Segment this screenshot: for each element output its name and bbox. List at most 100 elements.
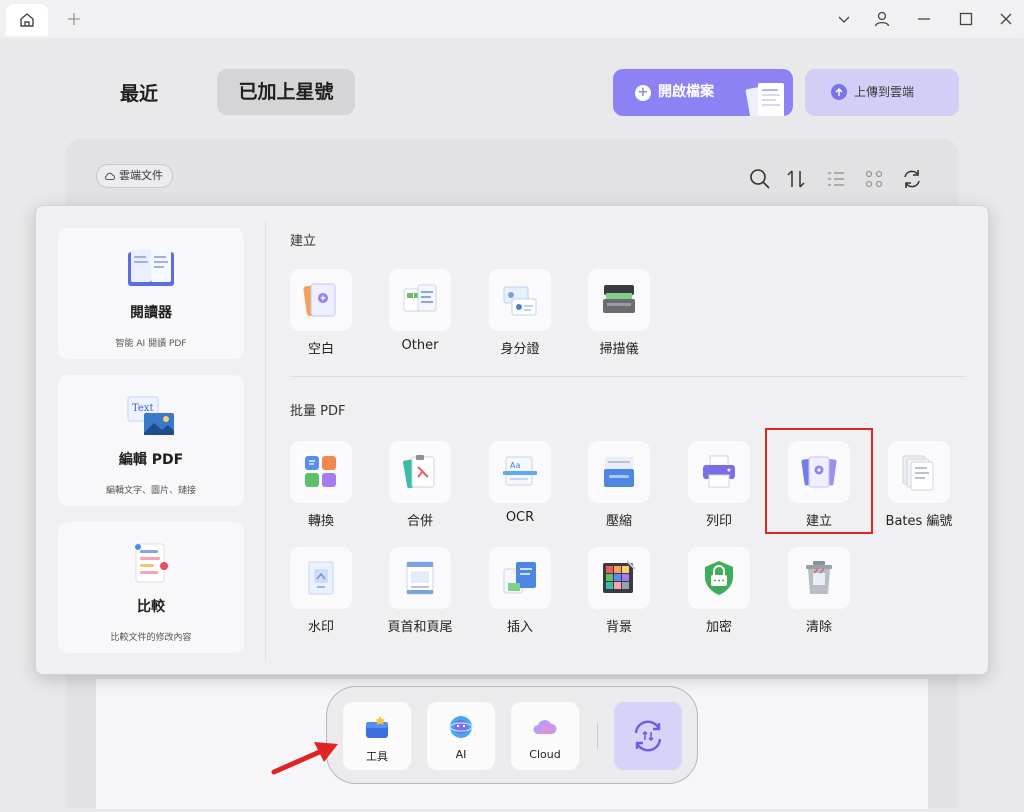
cloud-icon — [104, 172, 116, 180]
tool-header-footer[interactable]: 頁首和頁尾 — [375, 547, 465, 647]
tool-scanner-label: 掃描儀 — [599, 342, 639, 357]
dock-ai-button[interactable]: AI — [427, 702, 495, 770]
tool-merge-label: 合併 — [406, 514, 433, 529]
id-card-icon — [503, 286, 537, 316]
chevron-down-icon — [838, 16, 850, 23]
open-file-label: 開啟檔案 — [658, 84, 714, 100]
scanner-icon — [603, 285, 635, 313]
new-tab-button[interactable] — [62, 7, 86, 31]
tool-watermark[interactable]: 水印 — [276, 547, 366, 647]
plus-circle-icon: + — [635, 85, 651, 101]
cloud-documents-label: 雲端文件 — [119, 169, 163, 182]
upload-to-cloud-label: 上傳到雲端 — [854, 85, 915, 99]
tool-other-label: Other — [401, 338, 439, 353]
ai-icon — [449, 716, 473, 738]
compare-icon — [135, 543, 169, 583]
user-icon — [874, 11, 890, 27]
merge-icon — [403, 455, 435, 489]
other-docs-icon — [403, 284, 437, 312]
tab-starred[interactable]: 已加上星號 — [217, 69, 355, 115]
account-button[interactable] — [868, 6, 896, 32]
tool-header-footer-label: 頁首和頁尾 — [387, 620, 453, 635]
cloud-icon — [533, 720, 557, 734]
refresh-icon[interactable] — [900, 167, 924, 191]
tool-print[interactable]: 列印 — [674, 441, 764, 541]
bates-numbering-icon — [902, 455, 934, 491]
minimize-button[interactable] — [910, 6, 938, 32]
tool-background-label: 背景 — [605, 620, 632, 635]
sort-icon[interactable] — [784, 167, 808, 191]
home-icon — [20, 13, 34, 27]
insert-icon — [503, 562, 536, 594]
watermark-icon — [308, 561, 334, 595]
print-icon — [703, 455, 735, 488]
dock-cloud-button[interactable]: Cloud — [511, 702, 579, 770]
title-bar — [0, 0, 1024, 38]
tool-blank-label: 空白 — [307, 342, 334, 357]
tool-compress[interactable]: 壓縮 — [574, 441, 664, 541]
tool-other[interactable]: Other — [375, 269, 465, 369]
header-footer-icon — [406, 561, 434, 595]
tool-encrypt[interactable]: 加密 — [674, 547, 764, 647]
tool-ocr-label: OCR — [505, 510, 535, 525]
clear-icon — [806, 561, 832, 594]
encrypt-icon — [705, 561, 733, 595]
convert-icon — [305, 456, 336, 487]
edit-pdf-card[interactable]: Text 編輯 PDF 編輯文字、圖片、鏈接 — [58, 375, 244, 506]
search-icon[interactable] — [748, 167, 772, 191]
documents-illustration-icon — [745, 83, 784, 116]
tool-merge[interactable]: 合併 — [375, 441, 465, 541]
maximize-button[interactable] — [952, 6, 980, 32]
grid-view-icon[interactable] — [862, 167, 886, 191]
tool-scanner[interactable]: 掃描儀 — [574, 269, 664, 369]
tool-bates-numbering[interactable]: Bates 編號 — [874, 441, 964, 541]
list-view-icon[interactable] — [824, 167, 848, 191]
tool-background[interactable]: 背景 — [574, 547, 664, 647]
bottom-dock: 工具 AI Cloud — [326, 686, 698, 784]
dock-separator — [597, 724, 598, 748]
dock-cloud-label: Cloud — [529, 748, 561, 761]
tool-blank[interactable]: 空白 — [276, 269, 366, 369]
tool-bates-numbering-label: Bates 編號 — [885, 514, 953, 529]
tool-convert-label: 轉換 — [307, 514, 334, 529]
tool-id-card[interactable]: 身分證 — [475, 269, 565, 369]
tool-watermark-label: 水印 — [307, 620, 334, 635]
close-icon — [1000, 13, 1012, 25]
dock-sync-button[interactable] — [614, 702, 682, 770]
tool-insert[interactable]: 插入 — [475, 547, 565, 647]
highlight-box — [765, 428, 873, 534]
tool-insert-label: 插入 — [506, 620, 533, 635]
tool-id-card-label: 身分證 — [500, 342, 540, 357]
home-tab[interactable] — [6, 4, 48, 36]
tool-compress-label: 壓縮 — [605, 514, 632, 529]
tab-recent[interactable]: 最近 — [93, 71, 185, 117]
edit-pdf-title: 編輯 PDF — [118, 452, 184, 468]
reader-card[interactable]: 閱讀器 智能 AI 閱讀 PDF — [58, 228, 244, 359]
reader-title: 閱讀器 — [130, 305, 172, 321]
edit-pdf-subtitle: 編輯文字、圖片、鏈接 — [105, 486, 196, 496]
plus-icon — [68, 13, 80, 25]
batch-section-title: 批量 PDF — [290, 404, 346, 419]
cloud-documents-filter[interactable]: 雲端文件 — [96, 164, 173, 188]
compare-card[interactable]: 比較 比較文件的修改內容 — [58, 522, 244, 653]
upload-to-cloud-button[interactable]: 上傳到雲端 — [805, 69, 959, 116]
open-file-button[interactable]: + 開啟檔案 — [613, 69, 793, 116]
dock-tools-label: 工具 — [366, 750, 388, 763]
create-section-title: 建立 — [290, 234, 317, 249]
ocr-icon: Aa — [503, 456, 537, 486]
dock-ai-label: AI — [455, 748, 467, 761]
dropdown-button[interactable] — [830, 6, 858, 32]
annotation-arrow-icon — [271, 742, 338, 775]
tool-clear[interactable]: 清除 — [774, 547, 864, 647]
close-button[interactable] — [992, 6, 1020, 32]
dock-tools-button[interactable]: 工具 — [343, 702, 411, 770]
minimize-icon — [918, 18, 930, 20]
maximize-icon — [959, 12, 973, 26]
tools-popup: 閱讀器 智能 AI 閱讀 PDF Text 編輯 PDF 編輯文字、圖片、鏈接 … — [35, 205, 989, 675]
tool-clear-label: 清除 — [805, 620, 832, 635]
compare-subtitle: 比較文件的修改內容 — [110, 633, 192, 643]
tool-ocr[interactable]: Aa OCR — [475, 441, 565, 541]
tool-encrypt-label: 加密 — [705, 620, 732, 635]
tool-convert[interactable]: 轉換 — [276, 441, 366, 541]
upload-arrow-icon — [831, 84, 847, 100]
